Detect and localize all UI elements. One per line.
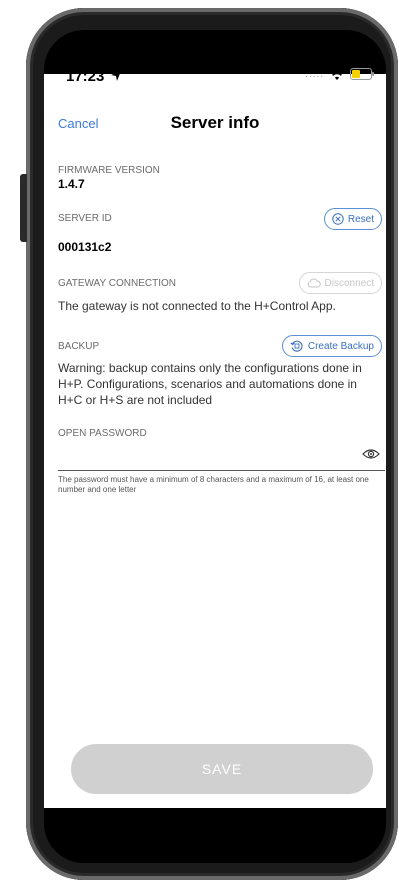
backup-label: BACKUP	[58, 341, 100, 352]
status-time-text: 17:23	[66, 68, 105, 85]
close-circle-icon	[332, 213, 344, 225]
screen: 17:23 ..... Cancel Server info FIRMWARE …	[44, 30, 386, 863]
cloud-icon	[307, 278, 321, 288]
eye-icon[interactable]	[362, 448, 380, 460]
signal-dots: .....	[305, 68, 324, 80]
password-underline	[58, 470, 385, 471]
create-backup-label: Create Backup	[307, 340, 374, 352]
reset-label: Reset	[347, 213, 374, 225]
backup-warning-text: Warning: backup contains only the config…	[58, 361, 362, 407]
disconnect-label: Disconnect	[324, 277, 374, 289]
disconnect-button[interactable]: Disconnect	[298, 272, 382, 294]
content	[44, 74, 386, 808]
backup-icon	[290, 340, 303, 352]
phone-side-button	[20, 174, 27, 242]
home-indicator	[159, 822, 271, 827]
password-input[interactable]	[58, 444, 352, 468]
page-title: Server info	[170, 113, 260, 132]
password-hint: The password must have a minimum of 8 ch…	[58, 475, 369, 494]
firmware-value: 1.4.7	[58, 177, 85, 191]
wifi-icon	[330, 68, 344, 80]
gateway-label: GATEWAY CONNECTION	[58, 278, 176, 289]
create-backup-button[interactable]: Create Backup	[281, 335, 382, 357]
save-button[interactable]: SAVE	[71, 744, 373, 794]
firmware-label: FIRMWARE VERSION	[58, 165, 160, 176]
server-id-label: SERVER ID	[58, 213, 112, 224]
battery-icon	[350, 68, 374, 80]
reset-button[interactable]: Reset	[323, 208, 382, 230]
server-id-value: 000131c2	[58, 240, 112, 254]
status-time: 17:23	[66, 68, 121, 85]
location-arrow-icon	[110, 71, 121, 81]
gateway-status-text: The gateway is not connected to the H+Co…	[58, 299, 336, 313]
bottom-bezel	[44, 808, 386, 863]
status-right: .....	[305, 68, 374, 80]
password-label: OPEN PASSWORD	[58, 428, 147, 439]
nav-bar: Cancel Server info	[44, 108, 386, 138]
